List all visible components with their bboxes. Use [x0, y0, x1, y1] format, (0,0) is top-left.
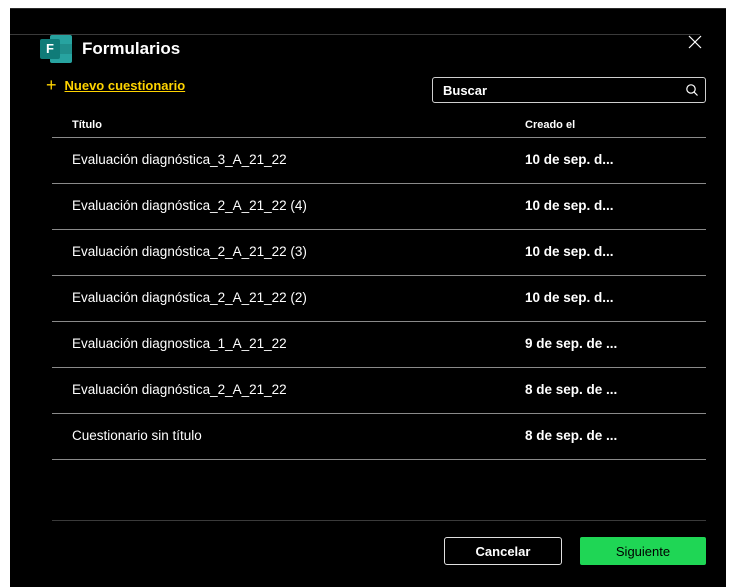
row-title: Evaluación diagnostica_1_A_21_22 [72, 336, 287, 351]
new-quiz-label[interactable]: Nuevo cuestionario [65, 78, 186, 93]
table-row[interactable]: Evaluación diagnóstica_3_A_21_22 10 de s… [52, 138, 706, 184]
row-title: Evaluación diagnóstica_3_A_21_22 [72, 152, 287, 167]
dialog-title: Formularios [82, 39, 181, 58]
row-created-date: 8 de sep. de ... [525, 382, 618, 397]
row-created-date: 10 de sep. d... [525, 198, 614, 213]
table-row[interactable]: Evaluación diagnóstica_2_A_21_22 8 de se… [52, 368, 706, 414]
table-row[interactable]: Evaluación diagnóstica_2_A_21_22 (4) 10 … [52, 184, 706, 230]
row-title: Evaluación diagnóstica_2_A_21_22 (2) [72, 290, 307, 305]
table-row[interactable]: Evaluación diagnóstica_2_A_21_22 (3) 10 … [52, 230, 706, 276]
row-title: Evaluación diagnóstica_2_A_21_22 (4) [72, 198, 307, 213]
new-quiz-link[interactable]: + Nuevo cuestionario [46, 76, 185, 94]
cancel-button[interactable]: Cancelar [444, 537, 562, 565]
row-created-date: 8 de sep. de ... [525, 428, 618, 443]
search-box[interactable] [432, 77, 706, 103]
forms-list: Evaluación diagnóstica_3_A_21_22 10 de s… [52, 138, 706, 460]
microsoft-forms-icon: F [40, 35, 72, 63]
close-button[interactable] [685, 32, 705, 52]
row-title: Evaluación diagnóstica_2_A_21_22 (3) [72, 244, 307, 259]
page: F Formularios + Nuevo cuestionario Títul… [0, 0, 736, 587]
row-title: Evaluación diagnóstica_2_A_21_22 [72, 382, 287, 397]
table-row[interactable]: Evaluación diagnóstica_2_A_21_22 (2) 10 … [52, 276, 706, 322]
row-created-date: 10 de sep. d... [525, 152, 614, 167]
search-icon[interactable] [685, 83, 699, 97]
row-created-date: 9 de sep. de ... [525, 336, 618, 351]
column-header-created[interactable]: Creado el [525, 119, 575, 131]
next-button[interactable]: Siguiente [580, 537, 706, 565]
table-row[interactable]: Evaluación diagnostica_1_A_21_22 9 de se… [52, 322, 706, 368]
table-header: Título Creado el [52, 113, 706, 137]
close-icon [688, 35, 702, 49]
dialog-header: F Formularios [40, 34, 180, 64]
search-input[interactable] [443, 82, 685, 98]
footer-divider [52, 520, 706, 521]
row-created-date: 10 de sep. d... [525, 244, 614, 259]
row-title: Cuestionario sin título [72, 428, 202, 443]
table-row[interactable]: Cuestionario sin título 8 de sep. de ... [52, 414, 706, 460]
plus-icon: + [46, 75, 57, 95]
column-header-title[interactable]: Título [72, 119, 102, 131]
forms-icon-letter: F [40, 39, 60, 59]
row-created-date: 10 de sep. d... [525, 290, 614, 305]
